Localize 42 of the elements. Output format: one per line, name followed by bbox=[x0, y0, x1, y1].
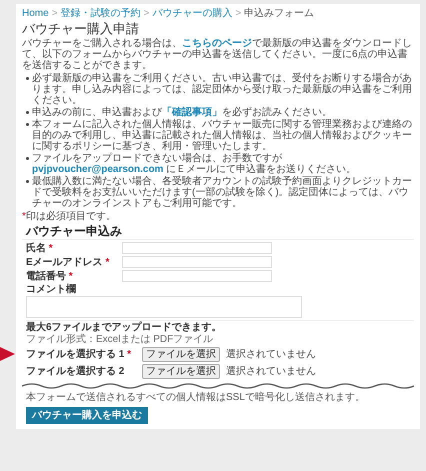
bullet-icon bbox=[26, 111, 29, 114]
submit-button[interactable]: バウチャー購入を申込む bbox=[26, 407, 148, 424]
breadcrumb-separator: > bbox=[144, 8, 150, 19]
choose-file-button[interactable]: ファイルを選択 bbox=[142, 347, 220, 362]
input-field[interactable] bbox=[122, 256, 272, 268]
input-field[interactable] bbox=[122, 270, 272, 282]
note-item: 申込みの前に、申込書および「確認事項」を必ずお読みください。 bbox=[32, 107, 332, 118]
field-label: 氏名 * bbox=[26, 242, 54, 254]
text-link[interactable]: 「確認事項」 bbox=[162, 107, 222, 118]
breadcrumb-link[interactable]: バウチャーの購入 bbox=[152, 8, 232, 19]
note-item: 本フォームに記入された個人情報は、バウチャー販売に関する管理業務および連絡の目的のみで利用し、申込書に記載された個人情報は、当社の個人情報およびクッキーに関するポリシーに基づき、利用・管理いたします。 bbox=[32, 119, 413, 152]
field-label: 電話番号 * bbox=[26, 270, 74, 282]
input-field[interactable] bbox=[122, 242, 272, 254]
choose-file-button[interactable]: ファイルを選択 bbox=[142, 364, 220, 379]
bullet-icon bbox=[26, 77, 29, 80]
required-note: *印は必須項目です。 bbox=[22, 211, 117, 222]
ssl-note: 本フォームで送信されるすべての個人情報はSSLで暗号化し送信されます。 bbox=[25, 392, 366, 403]
file-format-note: ファイル形式：Excelまたは PDFファイル bbox=[26, 334, 214, 345]
bullet-icon bbox=[26, 123, 29, 126]
file-status: 選択されていません bbox=[226, 349, 316, 360]
bullet-icon bbox=[26, 157, 29, 160]
page-title: バウチャー購入申請 bbox=[22, 21, 140, 36]
breadcrumb-link[interactable]: 登録・試験の予約 bbox=[60, 8, 141, 19]
note-item: ファイルをアップロードできない場合は、お手数ですが pvjpvoucher@pearson.com にＥメールにて申込書をお送りください。 bbox=[32, 153, 358, 175]
note-item: 必ず最新版の申込書をご利用ください。古い申込書では、受付をお断りする場合があります。申し込み内容によっては、認定団体から受け取った最新版の申込書をご利用ください。 bbox=[32, 73, 413, 106]
text-link[interactable]: pvjpvoucher@pearson.com bbox=[32, 164, 164, 175]
breadcrumb-link[interactable]: Home bbox=[22, 8, 49, 19]
breadcrumb-current: 申込みフォーム bbox=[244, 8, 314, 19]
breadcrumb-separator: > bbox=[52, 8, 58, 19]
field-label: コメント欄 bbox=[26, 284, 77, 295]
comment-field[interactable] bbox=[26, 296, 302, 318]
breadcrumb-separator: > bbox=[235, 8, 242, 19]
field-label: ファイルを選択する 1 * bbox=[26, 349, 132, 360]
intro-paragraph: バウチャーをご購入される場合は、こちらのページで最新版の申込書をダウンロードして、以下のフォームからバウチャーの申込書を送信してください。一度に6点の申込書を送信することができます。 bbox=[22, 38, 413, 71]
form-heading: バウチャー申込み bbox=[22, 224, 414, 240]
note-item: 最低購入数に満たない場合、各受験者アカウントの試験予約画面よりクレジットカードで受験料をお支払いいただけます(一部の試験を除く)。認定団体によっては、バウチャーのオンラインストアもご利用可能です。 bbox=[32, 176, 413, 209]
text-link[interactable]: こちらのページ bbox=[182, 38, 252, 49]
file-status: 選択されていません bbox=[226, 366, 316, 377]
field-label: Eメールアドレス * bbox=[26, 256, 110, 268]
field-label: ファイルを選択する 2 bbox=[26, 366, 126, 377]
bullet-icon bbox=[26, 180, 29, 183]
upload-title: 最大6ファイルまでアップロードできます。 bbox=[26, 322, 223, 333]
